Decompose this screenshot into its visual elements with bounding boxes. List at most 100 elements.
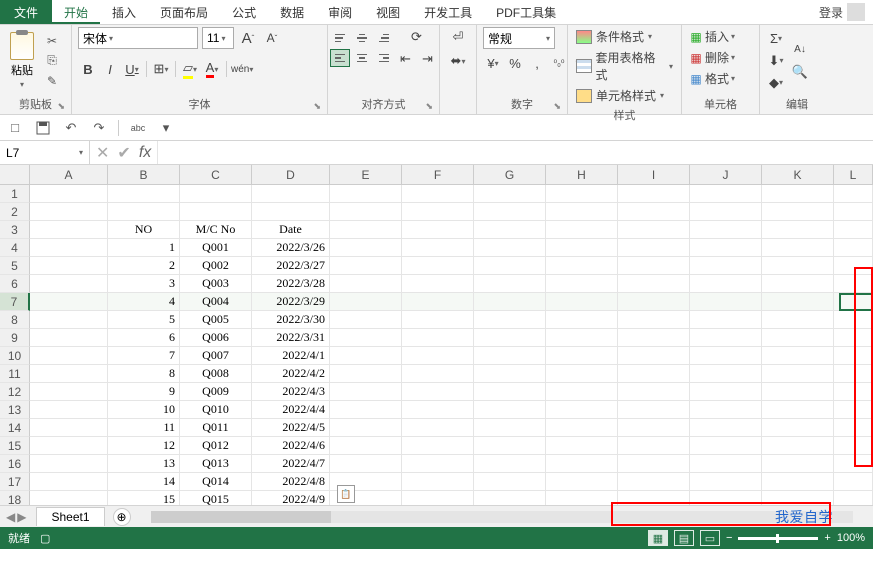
cell[interactable]: 2022/3/28 [252, 275, 330, 293]
cell[interactable]: Q003 [180, 275, 252, 293]
row-header-2[interactable]: 2 [0, 203, 30, 221]
decrease-indent-button[interactable]: ⇤ [396, 49, 416, 69]
cell[interactable] [402, 365, 474, 383]
cell[interactable]: 2022/3/26 [252, 239, 330, 257]
underline-button[interactable]: U▾ [122, 59, 142, 79]
cell[interactable] [546, 275, 618, 293]
sheet-nav-prev[interactable]: ◀ [6, 510, 15, 524]
row-header-14[interactable]: 14 [0, 419, 30, 437]
cell[interactable] [834, 311, 873, 329]
cell[interactable]: 2022/4/7 [252, 455, 330, 473]
cell[interactable] [30, 365, 108, 383]
cell[interactable]: 2022/4/2 [252, 365, 330, 383]
new-file-button[interactable]: □ [4, 118, 26, 138]
cell[interactable] [474, 365, 546, 383]
worksheet-grid[interactable]: ABCDEFGHIJKL 123NOM/C NoDate41Q0012022/3… [0, 165, 873, 505]
cell[interactable]: 2022/4/5 [252, 419, 330, 437]
cell[interactable]: Q008 [180, 365, 252, 383]
tab-pdf-tools[interactable]: PDF工具集 [484, 0, 568, 24]
row-header-16[interactable]: 16 [0, 455, 30, 473]
cell[interactable] [762, 365, 834, 383]
cell[interactable]: Q011 [180, 419, 252, 437]
cell[interactable] [330, 185, 402, 203]
row-header-17[interactable]: 17 [0, 473, 30, 491]
cell[interactable] [762, 455, 834, 473]
cell[interactable]: Q006 [180, 329, 252, 347]
cell[interactable] [30, 401, 108, 419]
cell[interactable] [762, 473, 834, 491]
cell[interactable]: Q015 [180, 491, 252, 505]
cell[interactable] [762, 329, 834, 347]
cell[interactable]: 2022/4/8 [252, 473, 330, 491]
cell[interactable] [402, 329, 474, 347]
cell[interactable]: M/C No [180, 221, 252, 239]
insert-cells-button[interactable]: ▦插入▾ [688, 27, 736, 46]
cell[interactable] [834, 365, 873, 383]
column-header-F[interactable]: F [402, 165, 474, 185]
cell[interactable]: 4 [108, 293, 180, 311]
cell[interactable]: 2022/4/4 [252, 401, 330, 419]
format-painter-button[interactable]: ✎ [42, 72, 62, 90]
tab-page-layout[interactable]: 页面布局 [148, 0, 220, 24]
cell[interactable] [618, 275, 690, 293]
cell[interactable] [402, 203, 474, 221]
align-center-button[interactable] [352, 49, 372, 67]
cell[interactable] [402, 437, 474, 455]
select-all-corner[interactable] [0, 165, 30, 185]
cell[interactable] [690, 275, 762, 293]
cell[interactable] [762, 293, 834, 311]
cell[interactable] [474, 419, 546, 437]
row-header-12[interactable]: 12 [0, 383, 30, 401]
column-header-H[interactable]: H [546, 165, 618, 185]
border-button[interactable]: ⊞▾ [151, 59, 171, 79]
page-break-view-button[interactable]: ▭ [700, 530, 720, 546]
cell[interactable] [402, 383, 474, 401]
cell[interactable] [834, 473, 873, 491]
cell[interactable] [690, 257, 762, 275]
horizontal-scrollbar[interactable] [151, 510, 853, 524]
cell[interactable] [618, 311, 690, 329]
align-right-button[interactable] [374, 49, 394, 67]
wrap-text-button[interactable]: ⏎ [448, 27, 468, 47]
cell[interactable] [690, 185, 762, 203]
cell[interactable] [330, 383, 402, 401]
cell[interactable] [618, 383, 690, 401]
cell[interactable] [762, 383, 834, 401]
cell[interactable] [402, 401, 474, 419]
cell[interactable] [30, 347, 108, 365]
cell[interactable] [108, 203, 180, 221]
cell[interactable] [30, 221, 108, 239]
cell[interactable]: NO [108, 221, 180, 239]
column-header-C[interactable]: C [180, 165, 252, 185]
cell[interactable] [30, 239, 108, 257]
align-middle-button[interactable] [352, 29, 372, 47]
cell[interactable] [402, 185, 474, 203]
cell[interactable]: 2022/4/3 [252, 383, 330, 401]
sheet-tab-1[interactable]: Sheet1 [36, 507, 104, 526]
cell[interactable] [30, 311, 108, 329]
cell[interactable]: Q004 [180, 293, 252, 311]
cell[interactable]: 2022/3/29 [252, 293, 330, 311]
undo-button[interactable]: ↶ [60, 118, 82, 138]
cell[interactable] [474, 239, 546, 257]
cell[interactable] [30, 257, 108, 275]
cell[interactable] [618, 365, 690, 383]
cell[interactable] [180, 203, 252, 221]
cell[interactable] [30, 203, 108, 221]
font-dialog-launcher[interactable]: ⬊ [313, 101, 321, 112]
cell[interactable] [618, 257, 690, 275]
sheet-nav-next[interactable]: ▶ [17, 510, 26, 524]
conditional-format-button[interactable]: 条件格式▾ [574, 27, 654, 46]
row-header-13[interactable]: 13 [0, 401, 30, 419]
cell[interactable] [474, 491, 546, 505]
cell[interactable] [546, 221, 618, 239]
add-sheet-button[interactable]: ⊕ [113, 508, 131, 526]
cell[interactable] [330, 455, 402, 473]
cell[interactable] [690, 221, 762, 239]
cell[interactable] [690, 383, 762, 401]
cell[interactable] [618, 203, 690, 221]
cell[interactable]: 15 [108, 491, 180, 505]
increase-indent-button[interactable]: ⇥ [418, 49, 438, 69]
cut-button[interactable]: ✂ [42, 32, 62, 50]
cell[interactable] [690, 473, 762, 491]
